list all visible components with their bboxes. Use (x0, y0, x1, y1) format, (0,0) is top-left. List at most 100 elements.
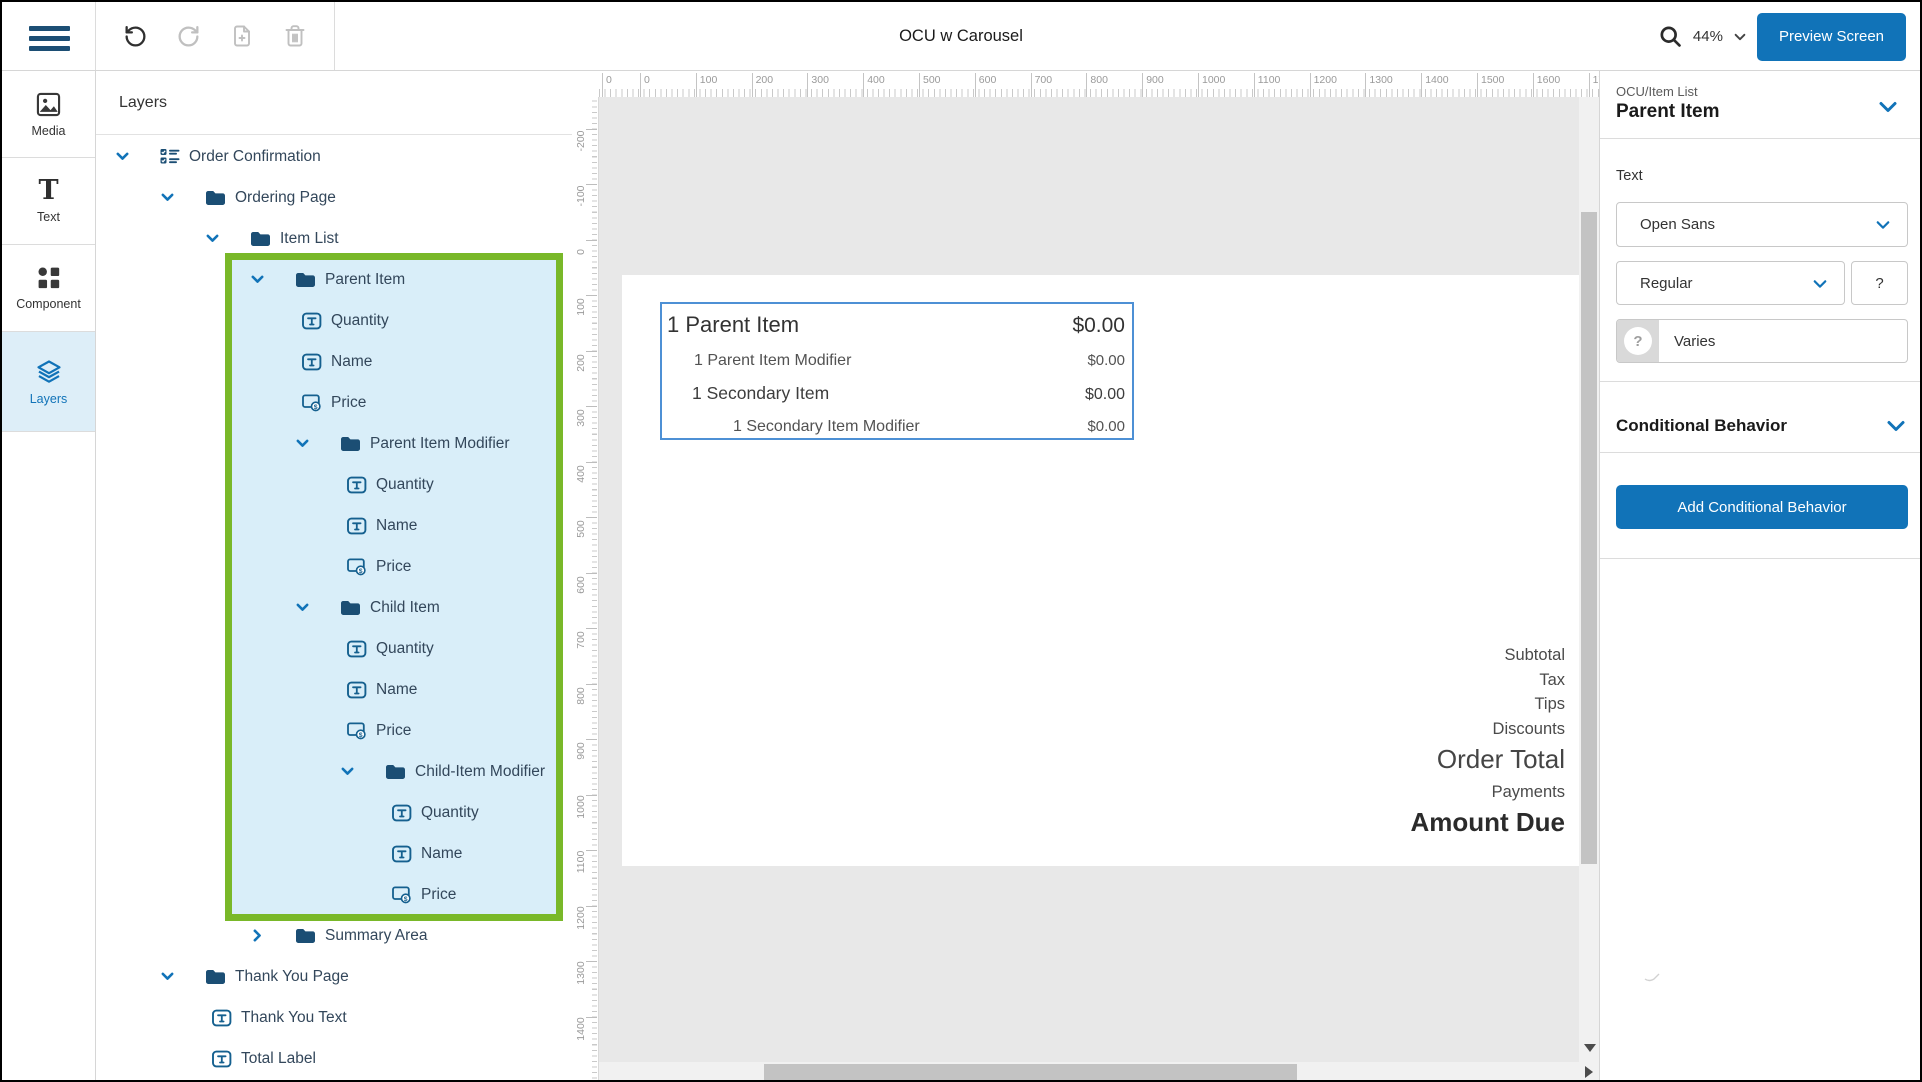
layer-row-price[interactable]: $ Price (96, 382, 572, 423)
scroll-down-arrow-icon[interactable] (1584, 1044, 1596, 1052)
chevron-down-icon[interactable] (294, 600, 310, 616)
preview-screen-button[interactable]: Preview Screen (1757, 13, 1906, 61)
ruler-major-tick (586, 961, 597, 962)
ruler-major-tick (586, 462, 597, 463)
zoom-controls: 44% Preview Screen (1658, 2, 1906, 71)
sidebar-item-layers[interactable]: Layers (2, 332, 95, 432)
delete-button[interactable] (278, 19, 312, 53)
ruler-major-tick (1254, 73, 1255, 97)
scroll-right-arrow-icon[interactable] (1585, 1066, 1593, 1078)
ruler-label: 800 (1090, 74, 1108, 86)
chevron-down-icon[interactable] (159, 969, 175, 985)
sidebar-item-media[interactable]: Media (2, 71, 95, 158)
layer-row-total-label[interactable]: Total Label (96, 1038, 572, 1079)
component-icon (36, 265, 62, 291)
ruler-major-tick (586, 184, 597, 185)
price-field-icon: $ (302, 394, 322, 412)
font-family-select[interactable]: Open Sans (1616, 202, 1908, 247)
font-size-field[interactable]: ? (1851, 261, 1908, 305)
layer-row-quantity[interactable]: Quantity (96, 792, 572, 833)
layer-label: Price (331, 394, 366, 412)
vertical-ruler: -300-200-1000100200300400500600700800900… (572, 71, 599, 1082)
font-style-value: Regular (1617, 275, 1693, 292)
sidebar-item-text[interactable]: TText (2, 158, 95, 245)
conditional-behavior-title: Conditional Behavior (1616, 416, 1787, 436)
layer-row-summary-area[interactable]: Summary Area (96, 915, 572, 956)
hamburger-menu-button[interactable] (2, 2, 96, 70)
delete-icon (283, 24, 307, 48)
new-page-button[interactable] (225, 19, 259, 53)
chevron-down-icon (1811, 275, 1829, 298)
summary-label: Discounts (1410, 717, 1565, 742)
ruler-major-tick (586, 351, 597, 352)
layer-row-quantity[interactable]: Quantity (96, 300, 572, 341)
price-field-icon: $ (347, 558, 367, 576)
layer-row-thank-you-text[interactable]: Thank You Text (96, 997, 572, 1038)
ruler-label: 900 (575, 734, 587, 768)
design-canvas[interactable]: 1 Parent Item$0.001 Parent Item Modifier… (599, 97, 1599, 1082)
ruler-major-tick (586, 739, 597, 740)
layer-row-name[interactable]: Name (96, 833, 572, 874)
layer-row-name[interactable]: Name (96, 669, 572, 710)
ruler-label: 600 (575, 568, 587, 602)
ruler-major-tick (586, 906, 597, 907)
item-list-selected-element[interactable]: 1 Parent Item$0.001 Parent Item Modifier… (660, 302, 1134, 440)
layer-row-item-list[interactable]: Item List (96, 218, 572, 259)
ruler-major-tick (1310, 73, 1311, 97)
summary-label: Payments (1410, 780, 1565, 805)
vertical-scrollbar-thumb[interactable] (1581, 212, 1597, 864)
chevron-down-icon[interactable] (249, 272, 265, 288)
ruler-major-tick (586, 850, 597, 851)
layer-row-price[interactable]: $Price (96, 710, 572, 751)
chevron-down-icon[interactable] (339, 764, 355, 780)
add-conditional-behavior-button[interactable]: Add Conditional Behavior (1616, 485, 1908, 529)
layer-row-quantity[interactable]: Quantity (96, 628, 572, 669)
layer-row-ordering-page[interactable]: Ordering Page (96, 177, 572, 218)
chevron-down-icon[interactable] (294, 436, 310, 452)
layer-label: Name (376, 681, 417, 699)
chevron-down-icon[interactable] (114, 149, 130, 165)
divider (1600, 138, 1922, 139)
ruler-label: 1200 (1314, 74, 1337, 86)
undo-icon (123, 24, 148, 49)
layer-label: Order Confirmation (189, 148, 321, 166)
ruler-major-tick (586, 628, 597, 629)
ruler-corner (572, 71, 599, 97)
layer-row-quantity[interactable]: Quantity (96, 464, 572, 505)
ruler-major-tick (586, 406, 597, 407)
zoom-chevron-down-icon[interactable] (1733, 30, 1747, 44)
layer-row-order-confirmation[interactable]: Order Confirmation (96, 136, 572, 177)
layer-row-name[interactable]: Name (96, 341, 572, 382)
zoom-search-icon[interactable] (1658, 24, 1683, 49)
layer-row-parent-item-modifier[interactable]: Parent Item Modifier (96, 423, 572, 464)
layer-row-price[interactable]: $Price (96, 546, 572, 587)
collapse-section-chevron-icon[interactable] (1884, 414, 1908, 438)
order-summary-labels[interactable]: SubtotalTaxTipsDiscountsOrder TotalPayme… (1410, 643, 1565, 839)
screen-artboard[interactable]: 1 Parent Item$0.001 Parent Item Modifier… (622, 275, 1579, 866)
chevron-down-icon[interactable] (204, 231, 220, 247)
ruler-major-tick (1365, 73, 1366, 97)
divider (1600, 452, 1922, 453)
text-field-icon (347, 681, 367, 699)
layer-row-price[interactable]: $Price (96, 874, 572, 915)
font-style-select[interactable]: Regular (1616, 261, 1845, 305)
ruler-label: 1200 (575, 901, 587, 935)
layer-row-parent-item[interactable]: Parent Item (96, 259, 572, 300)
collapse-section-chevron-icon[interactable] (1876, 95, 1900, 124)
sidebar-item-component[interactable]: Component (2, 245, 95, 332)
chevron-down-icon[interactable] (159, 190, 175, 206)
layer-label: Parent Item Modifier (370, 435, 510, 453)
redo-button[interactable] (172, 19, 206, 53)
tool-sidebar: MediaTTextComponentLayers (2, 71, 96, 1082)
layer-row-name[interactable]: Name (96, 505, 572, 546)
zoom-level-value[interactable]: 44% (1693, 28, 1723, 45)
horizontal-scrollbar-thumb[interactable] (764, 1064, 1297, 1080)
chevron-right-icon[interactable] (249, 928, 265, 944)
layer-row-thank-you-page[interactable]: Thank You Page (96, 956, 572, 997)
text-color-field[interactable]: ? Varies (1616, 319, 1908, 363)
horizontal-ruler: 0010020030040050060070080090010001100120… (599, 71, 1599, 97)
layer-row-child-item-modifier[interactable]: Child-Item Modifier (96, 751, 572, 792)
layer-label: Parent Item (325, 271, 405, 289)
layer-row-child-item[interactable]: Child Item (96, 587, 572, 628)
undo-button[interactable] (119, 19, 153, 53)
